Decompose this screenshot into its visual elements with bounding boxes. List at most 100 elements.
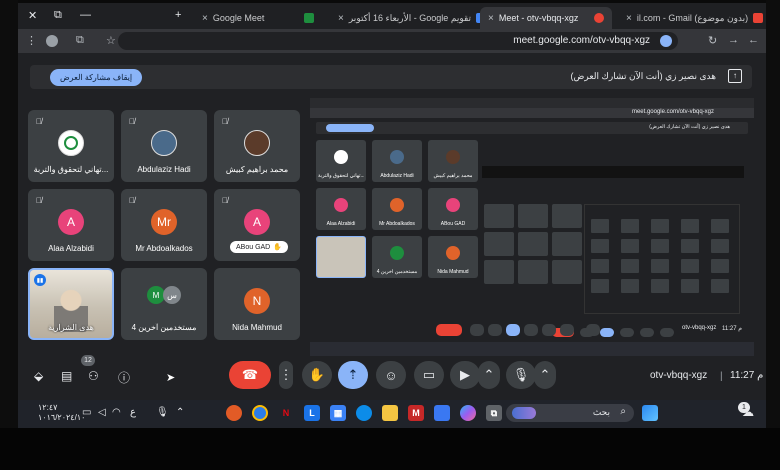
nested-level-3-tile: [621, 219, 639, 233]
chat-icon[interactable]: ▤: [61, 369, 72, 383]
bookmark-star-icon[interactable]: ☆: [106, 34, 116, 47]
mcafee-icon[interactable]: M: [408, 405, 424, 421]
tab-google-meet[interactable]: × Google Meet: [194, 7, 322, 29]
tab-label: Google Meet: [212, 13, 265, 23]
nested-control: [542, 324, 556, 336]
nested-level-3-tile: [711, 219, 729, 233]
nested-present-button: [506, 324, 520, 336]
clock-time: ١٢:٤٧: [38, 403, 58, 412]
participant-tile[interactable]: N Nida Mahmud: [214, 268, 300, 340]
nested-control: [488, 324, 502, 336]
microphone-button[interactable]: 🎙: [506, 361, 536, 389]
nested-sharing-banner: هدى نصير زي (أنت الآن تشارك العرض): [316, 122, 748, 134]
nested-level-2-tile: [484, 232, 514, 256]
logo-ring: [64, 136, 78, 150]
participant-tile[interactable]: 🎙̸ محمد براهيم كبيش: [214, 110, 300, 182]
present-screen-icon: ↑: [728, 69, 742, 83]
activities-icon[interactable]: ⬙: [34, 369, 43, 383]
present-button[interactable]: ⇡: [338, 361, 368, 389]
participant-tile[interactable]: 🎙̸ تهاني لتحقوق والتربة...: [28, 110, 114, 182]
tab-calendar[interactable]: × الأربعاء 16 أكتوبر - Google تقويم: [330, 7, 480, 29]
browser-toolbar: ⋮ ⧉ ☆ meet.google.com/otv-vbqq-xgz ↻ → ←: [18, 29, 766, 53]
site-info-icon[interactable]: [660, 35, 672, 47]
meeting-info-icon[interactable]: ⓘ: [118, 369, 130, 386]
nested-level-3-tile: [711, 279, 729, 293]
meet-favicon: [304, 13, 314, 23]
restore-window-icon[interactable]: ⧉: [54, 9, 62, 22]
wifi-icon[interactable]: ◠: [112, 407, 121, 418]
volume-icon[interactable]: ◁: [98, 407, 106, 418]
extensions-icon[interactable]: ⧉: [76, 34, 84, 47]
tab-label: il.com - Gmail (بدون موضوع): [636, 12, 749, 23]
start-windows-icon[interactable]: [642, 405, 658, 421]
reload-icon[interactable]: ↻: [708, 34, 717, 47]
l-app-icon[interactable]: L: [304, 405, 320, 421]
profile-avatar[interactable]: [46, 35, 58, 47]
camera-button[interactable]: ▶: [450, 361, 480, 389]
edge-icon[interactable]: [356, 405, 372, 421]
nested-controls: otv-vbqq-xgz 11:27 م: [310, 324, 754, 338]
language-indicator[interactable]: ع: [130, 407, 136, 418]
minimize-window-icon[interactable]: —: [80, 9, 91, 21]
system-clock[interactable]: ١٢:٤٧ ١٠١٦/٢٠٢٤/١٠: [38, 403, 85, 423]
nested-avatar: [334, 150, 348, 164]
reactions-button[interactable]: ☺: [376, 361, 406, 389]
mic-tray-icon[interactable]: 🎙: [156, 407, 169, 418]
mic-off-icon: 🎙̸: [36, 117, 42, 126]
more-options-button[interactable]: ⋮: [279, 361, 293, 389]
nested-avatar: [446, 198, 460, 212]
participant-name: Nida Mahmud: [232, 323, 282, 332]
mic-off-icon: 🎙̸: [222, 196, 228, 205]
nested-participant-tile: محمد براهيم كبيش: [428, 140, 478, 182]
people-count-badge: 12: [81, 355, 95, 366]
participant-tile[interactable]: 🎙̸ A ABou GAD ✋: [214, 189, 300, 261]
nested-level-3-tile: [711, 259, 729, 273]
tab-close-icon[interactable]: ×: [338, 13, 344, 24]
teams-icon[interactable]: [434, 405, 450, 421]
mic-options-chevron-icon[interactable]: ⌃: [534, 361, 556, 389]
search-placeholder: بحث: [592, 407, 610, 417]
nested-stop-button: [326, 124, 374, 132]
tab-close-icon[interactable]: ×: [202, 13, 208, 24]
stop-sharing-button[interactable]: إيقاف مشاركة العرض: [50, 69, 143, 86]
people-icon[interactable]: ⚇: [88, 369, 99, 383]
nested-url: meet.google.com/otv-vbqq-xgz: [631, 109, 714, 115]
close-window-icon[interactable]: ✕: [28, 9, 37, 22]
tab-close-icon[interactable]: ×: [488, 13, 494, 24]
tab-close-icon[interactable]: ×: [626, 13, 632, 24]
participant-tile[interactable]: 🎙̸ A Alaa Alzabidi: [28, 189, 114, 261]
monitor-bezel-bottom: [0, 428, 780, 470]
task-view-icon[interactable]: ⧉: [486, 405, 502, 421]
nested-participant-tile: Mr Abdoalkados: [372, 188, 422, 230]
app-icon[interactable]: [226, 405, 242, 421]
participant-tile[interactable]: 🎙̸ Abdulaziz Hadi: [121, 110, 207, 182]
nested-level-2-tile: [484, 204, 514, 228]
hand-icon: ✋: [273, 244, 282, 251]
self-tile[interactable]: ▮▮ هدى الشرارية: [28, 268, 114, 340]
leave-call-button[interactable]: ☎: [229, 361, 271, 389]
taskbar-search[interactable]: بحث ⌕: [506, 404, 634, 422]
address-bar[interactable]: meet.google.com/otv-vbqq-xgz: [118, 32, 678, 50]
store-icon[interactable]: ▦: [330, 405, 346, 421]
chrome-icon[interactable]: [252, 405, 268, 421]
forward-arrow-icon[interactable]: →: [728, 34, 739, 46]
new-tab-button[interactable]: +: [175, 9, 181, 21]
raise-hand-button[interactable]: ✋: [302, 361, 332, 389]
copilot-icon[interactable]: [460, 405, 476, 421]
mic-off-icon: 🎙̸: [129, 117, 135, 126]
netflix-icon[interactable]: N: [278, 405, 294, 421]
nested-level-3-tile: [591, 279, 609, 293]
tray-chevron-icon[interactable]: ⌃: [176, 407, 184, 418]
tab-gmail[interactable]: × il.com - Gmail (بدون موضوع): [618, 7, 766, 29]
file-explorer-icon[interactable]: [382, 405, 398, 421]
battery-icon[interactable]: ▭: [82, 407, 91, 418]
meet-window: إيقاف مشاركة العرض هدى نصير زي (أنت الآن…: [18, 53, 766, 400]
nested-participant-tile: تهاني لتحقوق والتربة...: [316, 140, 366, 182]
camera-options-chevron-icon[interactable]: ⌃: [478, 361, 500, 389]
participant-tile[interactable]: 🎙̸ Mr Mr Abdoalkados: [121, 189, 207, 261]
captions-button[interactable]: ▭: [414, 361, 444, 389]
menu-dots-icon[interactable]: ⋮: [26, 34, 37, 47]
others-tile[interactable]: M س 4 مستخدمين آخرين: [121, 268, 207, 340]
back-arrow-icon[interactable]: ←: [748, 34, 759, 46]
tab-meet-active[interactable]: × Meet - otv-vbqq-xgz: [480, 7, 612, 29]
